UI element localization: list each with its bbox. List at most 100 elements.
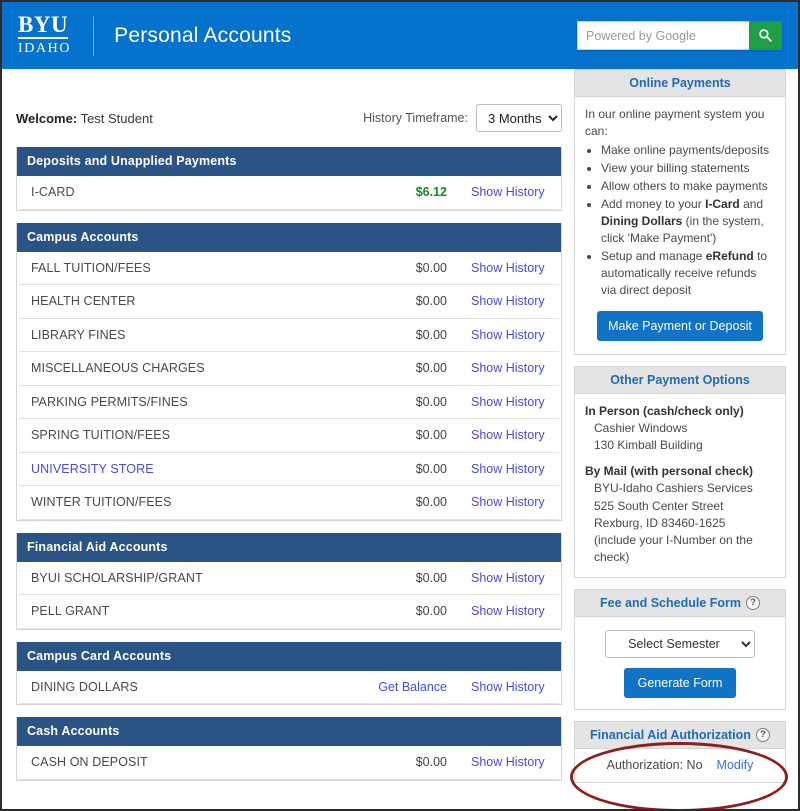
by-mail-line: 525 South Center Street: [594, 498, 724, 513]
account-section: Financial Aid Accounts BYUI SCHOLARSHIP/G…: [16, 532, 562, 630]
show-history-link[interactable]: Show History: [453, 185, 549, 199]
account-section-header: Campus Card Accounts: [17, 641, 561, 671]
account-section-header: Financial Aid Accounts: [17, 532, 561, 562]
table-row: WINTER TUITION/FEES $0.00 Show History: [19, 486, 559, 520]
logo-byu-text: BYU: [18, 12, 69, 39]
account-amount: $0.00: [415, 495, 447, 510]
account-name: CASH ON DEPOSIT: [31, 755, 148, 770]
account-name: WINTER TUITION/FEES: [31, 495, 172, 510]
search-input[interactable]: [577, 21, 749, 50]
account-name: DINING DOLLARS: [31, 679, 138, 694]
panel-other-payment-options-title: Other Payment Options: [575, 367, 785, 395]
list-item: Setup and manage eRefund to automaticall…: [601, 248, 775, 299]
account-amount: $0.00: [415, 570, 447, 585]
panel-fee-schedule-form-body: Select SemesterFallWinterSpring Generate…: [575, 617, 785, 709]
account-section-header: Campus Accounts: [17, 222, 561, 252]
list-item: Make online payments/deposits: [601, 142, 775, 159]
account-section: Deposits and Unapplied Payments I-CARD $6.…: [16, 147, 562, 211]
account-name: MISCELLANEOUS CHARGES: [31, 361, 205, 376]
table-row: SPRING TUITION/FEES $0.00 Show History: [19, 419, 559, 453]
account-section-header: Cash Accounts: [17, 717, 561, 746]
in-person-block: In Person (cash/check only) Cashier Wind…: [585, 403, 775, 454]
table-row: PARKING PERMITS/FINES $0.00 Show History: [19, 386, 559, 419]
account-name: HEALTH CENTER: [31, 294, 136, 309]
accounts-column: Welcome: Test Student History Timeframe:…: [16, 69, 562, 794]
search-button[interactable]: [749, 21, 782, 50]
semester-select[interactable]: Select SemesterFallWinterSpring: [605, 629, 755, 658]
welcome-toolbar: Welcome: Test Student History Timeframe:…: [16, 101, 562, 135]
by-mail-line: (include your I-Number on the check): [594, 532, 753, 564]
table-row: PELL GRANT $0.00 Show History: [19, 595, 559, 629]
account-amount: $0.00: [415, 604, 447, 619]
get-balance-link[interactable]: Get Balance: [349, 680, 453, 694]
panel-online-payments: Online Payments In our online payment sy…: [574, 69, 786, 356]
panel-fee-schedule-form: Fee and Schedule Form ? Select SemesterF…: [574, 588, 786, 710]
show-history-link[interactable]: Show History: [453, 604, 549, 618]
generate-form-button[interactable]: Generate Form: [623, 667, 737, 698]
panel-financial-aid-authorization: Financial Aid Authorization ? Authorizat…: [574, 720, 786, 783]
show-history-link[interactable]: Show History: [453, 495, 549, 509]
panel-other-payment-options: Other Payment Options In Person (cash/ch…: [574, 366, 786, 578]
panel-financial-aid-authorization-title: Financial Aid Authorization ?: [575, 721, 785, 749]
account-amount: $0.00: [415, 394, 447, 409]
show-history-link[interactable]: Show History: [453, 361, 549, 375]
panel-online-payments-body: In our online payment system you can: Ma…: [575, 97, 785, 354]
in-person-line: Cashier Windows: [594, 421, 688, 436]
account-name: FALL TUITION/FEES: [31, 260, 151, 275]
online-payments-intro: In our online payment system you can:: [585, 107, 765, 139]
account-name: PELL GRANT: [31, 604, 110, 619]
authorization-status: Authorization: No: [606, 757, 703, 772]
table-row: MISCELLANEOUS CHARGES $0.00 Show History: [19, 352, 559, 386]
show-history-link[interactable]: Show History: [453, 571, 549, 585]
table-row: LIBRARY FINES $0.00 Show History: [19, 319, 559, 352]
show-history-link[interactable]: Show History: [453, 328, 549, 342]
show-history-link[interactable]: Show History: [453, 428, 549, 442]
list-item: Allow others to make payments: [601, 178, 775, 195]
account-section: Campus Card Accounts DINING DOLLARS Get Ba…: [16, 641, 562, 705]
show-history-link[interactable]: Show History: [453, 395, 549, 409]
help-circle-icon[interactable]: ?: [755, 727, 770, 742]
show-history-link[interactable]: Show History: [453, 755, 549, 769]
by-mail-lines: BYU-Idaho Cashiers Services 525 South Cen…: [585, 480, 775, 565]
panel-online-payments-title: Online Payments: [575, 70, 785, 97]
panel-fee-schedule-form-title: Fee and Schedule Form ?: [575, 589, 785, 617]
site-header: BYU IDAHO Personal Accounts: [2, 2, 798, 69]
panel-other-payment-options-title-text: Other Payment Options: [610, 373, 750, 388]
modify-authorization-link[interactable]: Modify: [717, 758, 754, 772]
in-person-title: In Person (cash/check only): [585, 404, 744, 419]
account-amount: $0.00: [415, 361, 447, 376]
panel-other-payment-options-body: In Person (cash/check only) Cashier Wind…: [575, 394, 785, 576]
show-history-link[interactable]: Show History: [453, 294, 549, 308]
account-amount: $0.00: [415, 461, 447, 476]
show-history-link[interactable]: Show History: [453, 261, 549, 275]
account-amount: $0.00: [415, 755, 447, 770]
table-row: BYUI SCHOLARSHIP/GRANT $0.00 Show History: [19, 562, 559, 595]
table-row: FALL TUITION/FEES $0.00 Show History: [19, 252, 559, 285]
account-name: LIBRARY FINES: [31, 327, 126, 342]
table-row: UNIVERSITY STORE $0.00 Show History: [19, 453, 559, 486]
account-amount: $0.00: [415, 260, 447, 275]
page-content: Welcome: Test Student History Timeframe:…: [2, 69, 798, 794]
account-amount: $0.00: [415, 327, 447, 342]
help-circle-icon[interactable]: ?: [746, 595, 760, 610]
account-amount: $0.00: [415, 294, 447, 309]
account-amount: $0.00: [415, 428, 447, 443]
sidebar-column: Online Payments In our online payment sy…: [574, 69, 786, 794]
page-root: BYU IDAHO Personal Accounts Welcome: Tes…: [0, 0, 800, 811]
account-name[interactable]: UNIVERSITY STORE: [31, 462, 349, 476]
account-name: SPRING TUITION/FEES: [31, 428, 171, 443]
in-person-line: 130 Kimball Building: [594, 438, 703, 453]
logo-idaho-text: IDAHO: [18, 41, 72, 56]
history-timeframe-select[interactable]: 3 Months6 Months1 YearAll: [476, 104, 562, 132]
panel-online-payments-title-text: Online Payments: [629, 76, 731, 90]
make-payment-or-deposit-button[interactable]: Make Payment or Deposit: [597, 311, 763, 342]
by-mail-title: By Mail (with personal check): [585, 464, 754, 479]
panel-financial-aid-authorization-title-text: Financial Aid Authorization: [590, 727, 751, 742]
in-person-lines: Cashier Windows 130 Kimball Building: [585, 420, 775, 454]
online-payments-bullet-list: Make online payments/depositsView your b…: [585, 142, 775, 299]
byu-idaho-logo[interactable]: BYU IDAHO: [18, 13, 71, 58]
show-history-link[interactable]: Show History: [453, 680, 549, 694]
show-history-link[interactable]: Show History: [453, 462, 549, 476]
table-row: I-CARD $6.12 Show History: [19, 176, 559, 210]
account-section: Cash Accounts CASH ON DEPOSIT $0.00 Show Hi…: [16, 717, 562, 781]
